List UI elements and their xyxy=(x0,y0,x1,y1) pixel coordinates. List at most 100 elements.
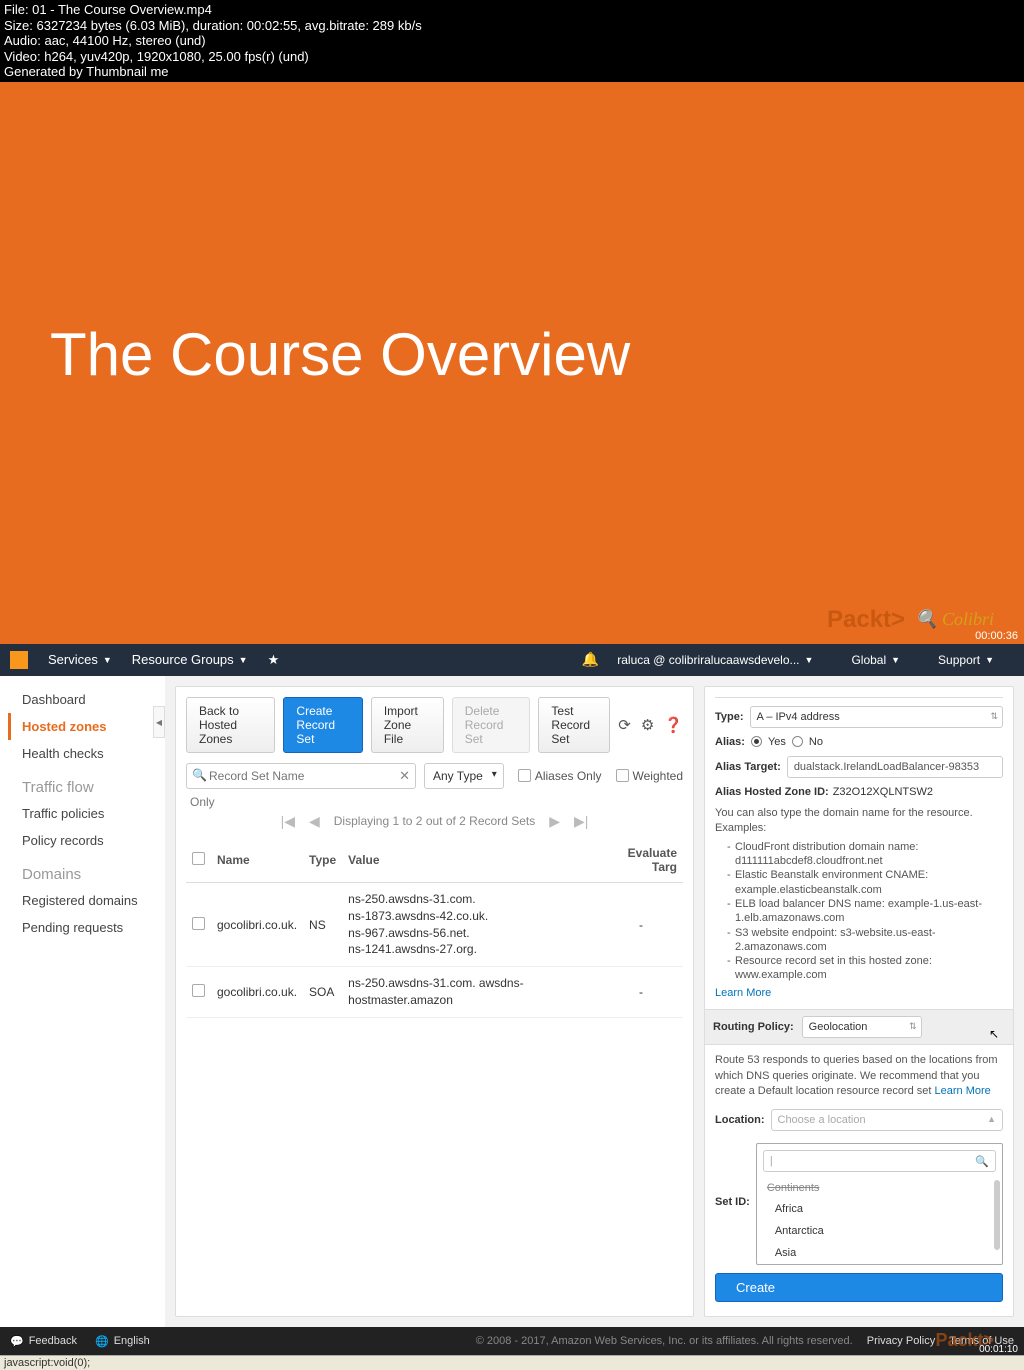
nav-traffic-policies[interactable]: Traffic policies xyxy=(8,800,165,827)
region-menu[interactable]: Global▼ xyxy=(851,653,900,667)
refresh-icon[interactable]: ⟳ xyxy=(618,716,631,734)
routing-hint: Route 53 responds to queries based on th… xyxy=(715,1053,1003,1099)
nav-dashboard[interactable]: Dashboard xyxy=(8,686,165,713)
recordset-search[interactable]: 🔍 ✕ xyxy=(186,763,416,789)
left-nav: ◀ Dashboard Hosted zones Health checks T… xyxy=(0,676,165,1327)
location-search-input[interactable]: | 🔍 xyxy=(763,1150,996,1172)
clear-search-icon[interactable]: ✕ xyxy=(399,768,410,784)
type-label: Type: xyxy=(715,711,744,723)
pager: |◀ ◀ Displaying 1 to 2 out of 2 Record S… xyxy=(186,813,683,830)
select-all-checkbox[interactable] xyxy=(192,852,205,865)
hint-item: CloudFront distribution domain name: d11… xyxy=(727,840,1003,869)
help-icon[interactable]: ❓ xyxy=(664,716,683,734)
dropdown-item[interactable]: Asia xyxy=(757,1242,1002,1264)
pager-first-icon[interactable]: |◀ xyxy=(281,813,295,830)
dropdown-item[interactable]: Africa xyxy=(757,1198,1002,1220)
pin-icon[interactable]: ★ xyxy=(268,652,280,668)
privacy-link[interactable]: Privacy Policy xyxy=(867,1335,935,1347)
only-label: Only xyxy=(190,795,683,809)
aws-topbar: Services▼ Resource Groups▼ ★ 🔔 raluca @ … xyxy=(0,644,1024,676)
dropdown-item[interactable]: Antarctica xyxy=(757,1220,1002,1242)
location-select[interactable]: Choose a location ▲ xyxy=(771,1109,1004,1131)
pager-next-icon[interactable]: ▶ xyxy=(549,813,560,830)
user-menu[interactable]: raluca @ colibriralucaawsdevelo...▼ xyxy=(617,653,813,667)
nav-health-checks[interactable]: Health checks xyxy=(8,740,165,767)
nav-policy-records[interactable]: Policy records xyxy=(8,827,165,854)
feedback-link[interactable]: 💬Feedback xyxy=(10,1335,77,1348)
col-value[interactable]: Value xyxy=(342,838,599,883)
col-type[interactable]: Type xyxy=(303,838,342,883)
aws-logo-icon[interactable] xyxy=(10,651,28,669)
hint-item: ELB load balancer DNS name: example-1.us… xyxy=(727,897,1003,926)
location-dropdown[interactable]: | 🔍 Continents AfricaAntarcticaAsia xyxy=(756,1143,1003,1265)
hint-item: Elastic Beanstalk environment CNAME: exa… xyxy=(727,868,1003,897)
row-checkbox[interactable] xyxy=(192,984,205,997)
nav-head-traffic: Traffic flow xyxy=(8,767,165,800)
back-button[interactable]: Back to Hosted Zones xyxy=(186,697,275,753)
hint-item: S3 website endpoint: s3-website.us-east-… xyxy=(727,926,1003,955)
nav-hosted-zones[interactable]: Hosted zones xyxy=(8,713,165,740)
type-filter[interactable]: Any Type xyxy=(424,763,504,789)
type-select[interactable]: A – IPv4 address xyxy=(750,706,1003,728)
meta-gen: Generated by Thumbnail me xyxy=(4,64,1020,80)
action-button-row: Back to Hosted Zones Create Record Set I… xyxy=(186,697,683,753)
test-button[interactable]: Test Record Set xyxy=(538,697,610,753)
pager-last-icon[interactable]: ▶| xyxy=(574,813,588,830)
row-checkbox[interactable] xyxy=(192,917,205,930)
hint-item: Resource record set in this hosted zone:… xyxy=(727,954,1003,983)
pager-prev-icon[interactable]: ◀ xyxy=(309,813,320,830)
nav-pending-requests[interactable]: Pending requests xyxy=(8,914,165,941)
main-area: Back to Hosted Zones Create Record Set I… xyxy=(165,676,1024,1327)
col-name[interactable]: Name xyxy=(211,838,303,883)
bell-icon[interactable]: 🔔 xyxy=(582,651,599,668)
meta-file: File: 01 - The Course Overview.mp4 xyxy=(4,2,1020,18)
slide-timestamp: 00:00:36 xyxy=(975,630,1018,642)
create-button[interactable]: Create xyxy=(715,1273,1003,1302)
delete-button: Delete Record Set xyxy=(452,697,531,753)
meta-video: Video: h264, yuv420p, 1920x1080, 25.00 f… xyxy=(4,49,1020,65)
gear-icon[interactable]: ⚙ xyxy=(641,716,654,734)
search-icon: 🔍 xyxy=(975,1155,989,1168)
table-row[interactable]: gocolibri.co.uk.SOAns-250.awsdns-31.com.… xyxy=(186,967,683,1018)
table-row[interactable]: gocolibri.co.uk.NSns-250.awsdns-31.com.n… xyxy=(186,882,683,966)
col-eval[interactable]: Evaluate Targ xyxy=(599,838,683,883)
aliases-only-checkbox[interactable]: Aliases Only xyxy=(518,769,602,783)
search-icon: 🔍 xyxy=(192,768,207,782)
recordset-search-input[interactable] xyxy=(186,763,416,789)
dropdown-scrollbar[interactable] xyxy=(994,1180,1000,1250)
meta-audio: Audio: aac, 44100 Hz, stereo (und) xyxy=(4,33,1020,49)
copyright: © 2008 - 2017, Amazon Web Services, Inc.… xyxy=(476,1335,853,1347)
learn-more-link[interactable]: Learn More xyxy=(715,987,771,999)
slide-title: The Course Overview xyxy=(50,320,630,389)
nav-registered-domains[interactable]: Registered domains xyxy=(8,887,165,914)
services-menu[interactable]: Services▼ xyxy=(48,652,112,667)
globe-icon: 🌐 xyxy=(95,1335,109,1348)
routing-policy-bar: Routing Policy: Geolocation xyxy=(705,1009,1013,1045)
alias-no-radio[interactable] xyxy=(792,736,803,747)
aws-body: ◀ Dashboard Hosted zones Health checks T… xyxy=(0,676,1024,1327)
alias-label: Alias: xyxy=(715,736,745,748)
cell-value: ns-250.awsdns-31.com.ns-1873.awsdns-42.c… xyxy=(342,882,599,966)
import-button[interactable]: Import Zone File xyxy=(371,697,444,753)
cell-name: gocolibri.co.uk. xyxy=(211,967,303,1018)
weighted-checkbox[interactable]: Weighted xyxy=(616,769,683,783)
alias-yes-radio[interactable] xyxy=(751,736,762,747)
hosted-zone-value: Z32O12XQLNTSW2 xyxy=(833,786,933,798)
collapse-nav-icon[interactable]: ◀ xyxy=(153,706,165,738)
records-table: Name Type Value Evaluate Targ gocolibri.… xyxy=(186,838,683,1018)
record-detail-panel: Type: A – IPv4 address Alias: Yes No Ali… xyxy=(704,686,1014,1317)
nav-head-domains: Domains xyxy=(8,854,165,887)
support-menu[interactable]: Support▼ xyxy=(938,653,994,667)
create-record-button[interactable]: Create Record Set xyxy=(283,697,362,753)
routing-policy-select[interactable]: Geolocation xyxy=(802,1016,922,1038)
cell-eval: - xyxy=(599,967,683,1018)
meta-size: Size: 6327234 bytes (6.03 MiB), duration… xyxy=(4,18,1020,34)
resource-groups-menu[interactable]: Resource Groups▼ xyxy=(132,652,248,667)
alias-target-label: Alias Target: xyxy=(715,761,781,773)
routing-learn-more-link[interactable]: Learn More xyxy=(935,1085,991,1097)
packt-logo: Packt> xyxy=(827,606,905,634)
language-link[interactable]: 🌐English xyxy=(95,1335,150,1348)
speech-icon: 💬 xyxy=(10,1335,24,1348)
browser-status-bar: javascript:void(0); xyxy=(0,1355,1024,1370)
alias-target-input[interactable] xyxy=(787,756,1003,778)
